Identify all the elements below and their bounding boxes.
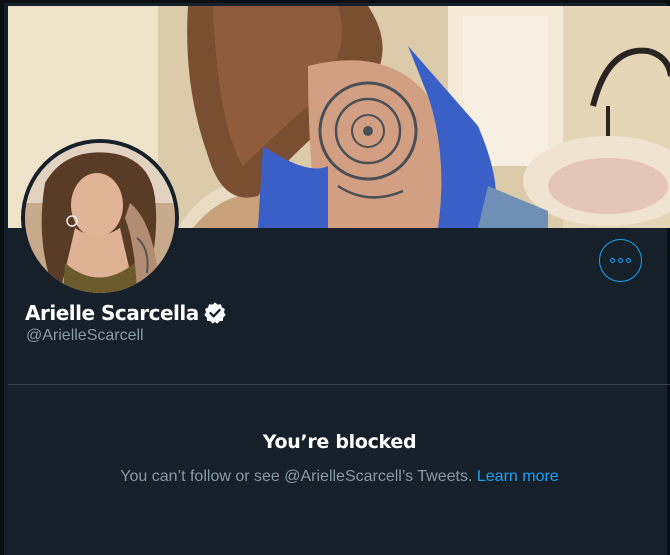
profile-handle: @ArielleScarcell [26,327,144,344]
blocked-message-row: You can’t follow or see @ArielleScarcell… [8,468,670,486]
section-divider [8,384,670,385]
more-options-button[interactable] [599,239,642,282]
verified-badge-icon [203,301,227,325]
profile-page: Arielle Scarcella @ArielleScarcell You’r… [0,0,670,555]
profile-display-name: Arielle Scarcella [25,301,199,325]
profile-name-row: Arielle Scarcella [25,299,227,327]
blocked-message: You can’t follow or see @ArielleScarcell… [120,468,473,485]
more-horizontal-icon [610,258,631,263]
learn-more-link[interactable]: Learn more [477,468,559,485]
profile-avatar[interactable] [21,139,179,297]
blocked-title: You’re blocked [262,431,417,453]
